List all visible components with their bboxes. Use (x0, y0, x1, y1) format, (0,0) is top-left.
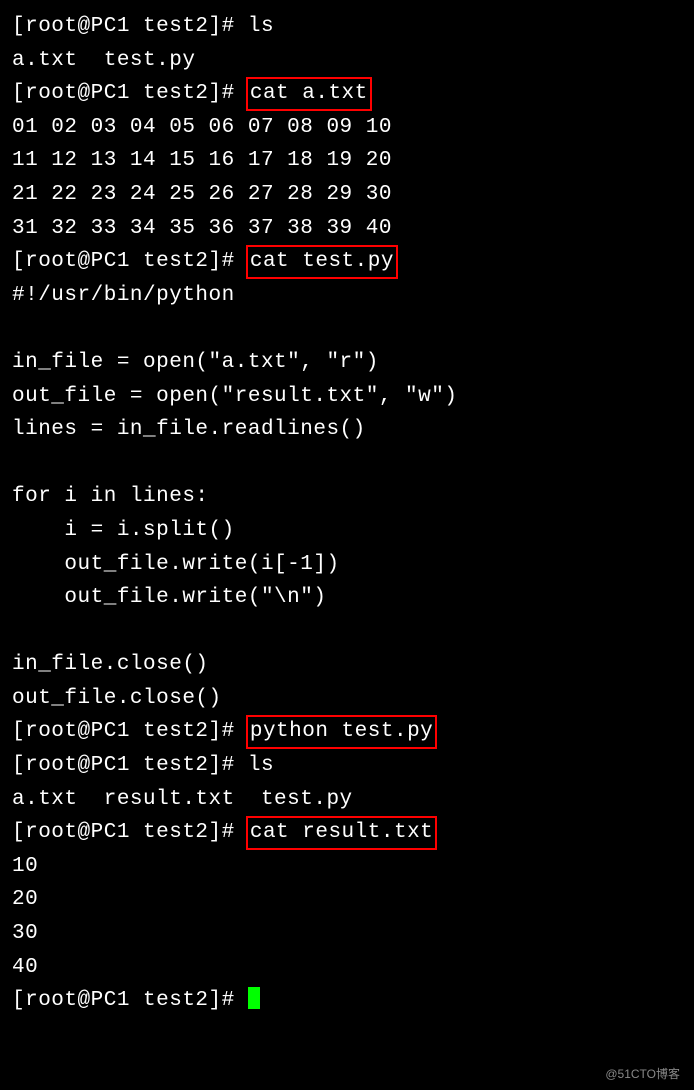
terminal-output[interactable]: [root@PC1 test2]# lsa.txt test.py[root@P… (12, 10, 682, 1018)
output-line: lines = in_file.readlines() (12, 413, 682, 447)
output-line: 21 22 23 24 25 26 27 28 29 30 (12, 178, 682, 212)
output-line: in_file.close() (12, 648, 682, 682)
shell-prompt: [root@PC1 test2]# (12, 754, 248, 777)
output-line: #!/usr/bin/python (12, 279, 682, 313)
highlighted-command: python test.py (246, 715, 437, 748)
output-line: in_file = open("a.txt", "r") (12, 346, 682, 380)
cursor-icon (248, 987, 260, 1009)
output-line: i = i.split() (12, 514, 682, 548)
highlighted-command: cat a.txt (246, 77, 372, 110)
output-line: a.txt result.txt test.py (12, 783, 682, 817)
output-line (12, 615, 682, 649)
highlighted-command: cat result.txt (246, 816, 437, 849)
output-line: out_file.write("\n") (12, 581, 682, 615)
shell-prompt: [root@PC1 test2]# (12, 989, 248, 1012)
output-line: for i in lines: (12, 480, 682, 514)
terminal-line: [root@PC1 test2]# cat test.py (12, 245, 682, 279)
terminal-line: [root@PC1 test2]# python test.py (12, 715, 682, 749)
output-line: 20 (12, 883, 682, 917)
watermark-text: @51CTO博客 (605, 1065, 680, 1084)
shell-prompt: [root@PC1 test2]# (12, 15, 248, 38)
output-line: out_file = open("result.txt", "w") (12, 380, 682, 414)
output-line: 01 02 03 04 05 06 07 08 09 10 (12, 111, 682, 145)
command-text: ls (248, 754, 274, 777)
output-line: 40 (12, 951, 682, 985)
highlighted-command: cat test.py (246, 245, 398, 278)
terminal-line: [root@PC1 test2]# cat a.txt (12, 77, 682, 111)
terminal-line: [root@PC1 test2]# cat result.txt (12, 816, 682, 850)
output-line: 10 (12, 850, 682, 884)
terminal-line: [root@PC1 test2]# ls (12, 10, 682, 44)
output-line: 11 12 13 14 15 16 17 18 19 20 (12, 144, 682, 178)
output-line (12, 447, 682, 481)
output-line (12, 312, 682, 346)
shell-prompt: [root@PC1 test2]# (12, 720, 248, 743)
output-line: a.txt test.py (12, 44, 682, 78)
output-line: out_file.close() (12, 682, 682, 716)
shell-prompt: [root@PC1 test2]# (12, 821, 248, 844)
terminal-line: [root@PC1 test2]# (12, 984, 682, 1018)
shell-prompt: [root@PC1 test2]# (12, 250, 248, 273)
output-line: out_file.write(i[-1]) (12, 548, 682, 582)
output-line: 31 32 33 34 35 36 37 38 39 40 (12, 212, 682, 246)
shell-prompt: [root@PC1 test2]# (12, 82, 248, 105)
terminal-line: [root@PC1 test2]# ls (12, 749, 682, 783)
output-line: 30 (12, 917, 682, 951)
command-text: ls (248, 15, 274, 38)
